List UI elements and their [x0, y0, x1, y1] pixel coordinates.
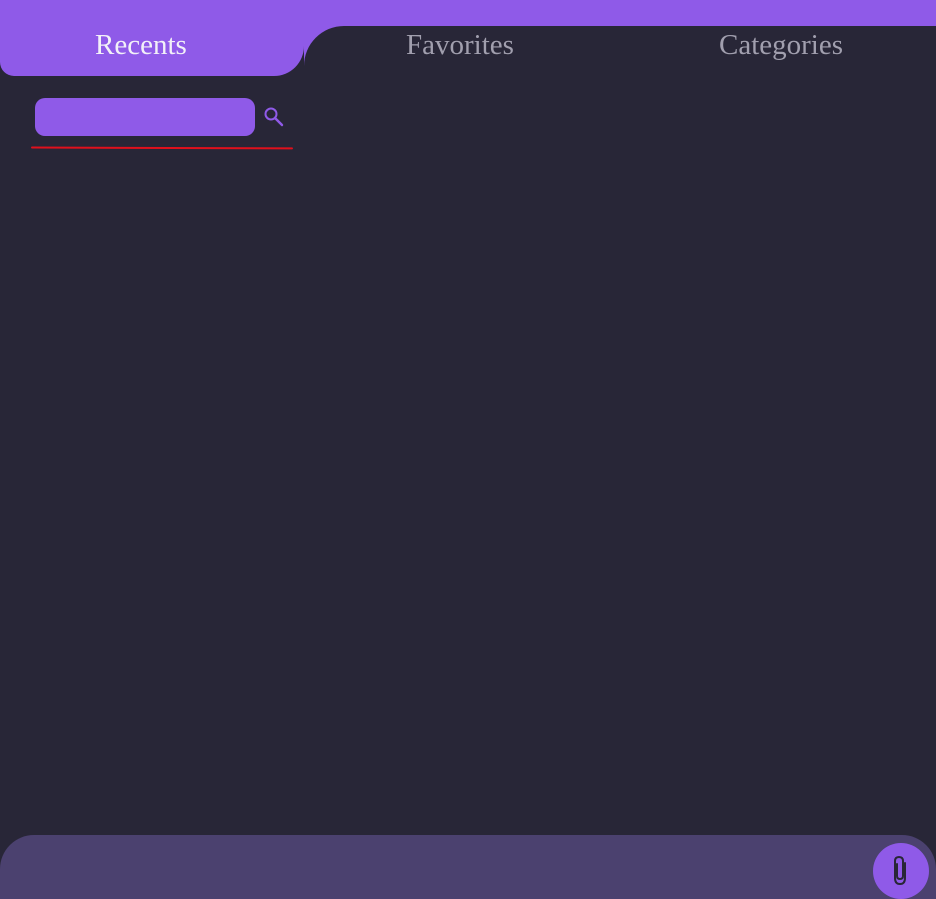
tab-recents[interactable]: Recents — [95, 28, 187, 62]
app-window: Recents Favorites Categories — [0, 0, 936, 899]
tab-bar: Recents Favorites Categories — [0, 0, 936, 76]
attach-button[interactable] — [873, 843, 929, 899]
tab-categories[interactable]: Categories — [719, 28, 843, 62]
paperclip-icon — [888, 854, 914, 888]
bottom-bar — [0, 835, 936, 899]
search-input[interactable] — [35, 98, 255, 136]
search-icon[interactable] — [263, 106, 285, 128]
search-underline — [31, 146, 293, 150]
tab-favorites[interactable]: Favorites — [406, 28, 514, 62]
